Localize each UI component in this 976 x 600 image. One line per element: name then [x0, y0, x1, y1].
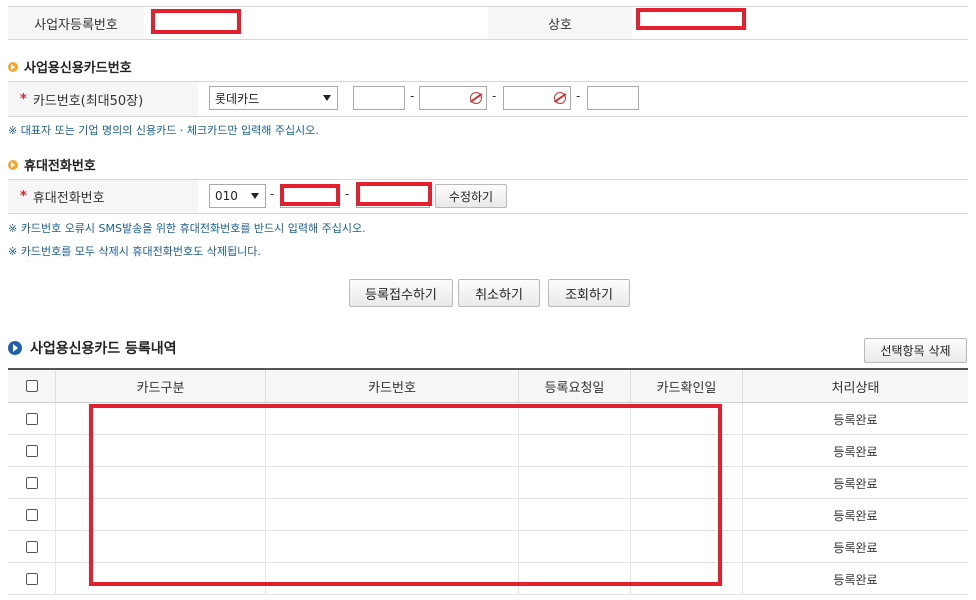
card-number-part-1[interactable] — [353, 86, 405, 110]
select-all-cell — [8, 370, 55, 402]
phone-section-title: 휴대전화번호 — [8, 155, 96, 174]
col-card-number: 카드번호 — [265, 370, 518, 402]
business-reg-no-redaction — [151, 9, 241, 34]
row-select-cell — [8, 499, 55, 531]
row-status: 등록완료 — [742, 499, 968, 531]
list-section-title-text: 사업용신용카드 등록내역 — [30, 341, 177, 357]
row-status: 등록완료 — [742, 563, 968, 595]
dash-separator: - — [345, 187, 350, 201]
phone-note-2: ※ 카드번호를 모두 삭제시 휴대전화번호도 삭제됩니다. — [8, 245, 261, 258]
card-number-label-cell: * 카드번호(최대50장) — [8, 82, 198, 116]
row-status: 등록완료 — [742, 531, 968, 563]
row-select-cell — [8, 435, 55, 467]
row-checkbox[interactable] — [25, 445, 38, 457]
company-name-redaction — [636, 8, 746, 30]
business-reg-no-label-cell: 사업자등록번호 — [8, 7, 144, 39]
dash-separator: - — [270, 187, 275, 201]
register-submit-label: 등록접수하기 — [365, 287, 437, 303]
required-star-icon: * — [20, 189, 27, 204]
card-number-part-2[interactable] — [419, 86, 487, 110]
delete-selected-button[interactable]: 선택항목 삭제 — [864, 338, 967, 363]
col-card-type: 카드구분 — [55, 370, 265, 402]
hidden-eye-icon[interactable] — [554, 92, 566, 104]
edit-phone-button[interactable]: 수정하기 — [435, 184, 507, 208]
company-name-label: 상호 — [548, 17, 572, 33]
row-status: 등록완료 — [742, 467, 968, 499]
search-button[interactable]: 조회하기 — [548, 279, 630, 307]
orange-arrow-circle-icon — [8, 159, 18, 170]
card-company-selected: 롯데카드 — [215, 91, 260, 106]
row-select-cell — [8, 467, 55, 499]
card-section-note: ※ 대표자 또는 기업 명의의 신용카드 · 체크카드만 입력해 주십시오. — [8, 124, 319, 137]
card-number-part-3[interactable] — [503, 86, 571, 110]
table-content-redaction — [89, 404, 722, 586]
cancel-button[interactable]: 취소하기 — [458, 279, 540, 307]
edit-phone-button-label: 수정하기 — [448, 189, 494, 204]
register-submit-button[interactable]: 등록접수하기 — [349, 279, 453, 307]
col-status: 처리상태 — [742, 370, 968, 402]
row-status: 등록완료 — [742, 403, 968, 435]
col-request-date: 등록요청일 — [518, 370, 630, 402]
dash-separator: - — [576, 89, 581, 103]
phone-number-label: 휴대전화번호 — [32, 191, 105, 206]
col-confirm-date: 카드확인일 — [630, 370, 742, 402]
phone-prefix-select[interactable]: 010 — [209, 184, 266, 208]
phone-number-label-cell: * 휴대전화번호 — [8, 180, 198, 213]
card-number-part-4[interactable] — [587, 86, 639, 110]
row-select-cell — [8, 531, 55, 563]
table-header: 카드구분 카드번호 등록요청일 카드확인일 처리상태 — [8, 370, 968, 403]
business-reg-no-label: 사업자등록번호 — [34, 17, 118, 33]
chevron-down-icon — [251, 193, 259, 199]
hidden-eye-icon[interactable] — [470, 92, 482, 104]
search-label: 조회하기 — [565, 287, 613, 303]
phone-section-title-text: 휴대전화번호 — [24, 159, 96, 174]
company-name-label-cell: 상호 — [488, 7, 632, 39]
row-checkbox[interactable] — [25, 573, 38, 585]
phone-note-1: ※ 카드번호 오류시 SMS발송을 위한 휴대전화번호를 반드시 입력해 주십시… — [8, 222, 366, 235]
dash-separator: - — [410, 89, 415, 103]
required-star-icon: * — [20, 91, 27, 107]
list-section-title: 사업용신용카드 등록내역 — [8, 338, 177, 358]
row-checkbox[interactable] — [25, 477, 38, 489]
row-select-cell — [8, 563, 55, 595]
blue-arrow-circle-icon — [8, 341, 22, 355]
phone-prefix-selected: 010 — [215, 189, 238, 203]
chevron-down-icon — [323, 95, 331, 101]
dash-separator: - — [492, 89, 497, 103]
card-number-row: * 카드번호(최대50장) — [8, 81, 968, 117]
registration-table: 카드구분 카드번호 등록요청일 카드확인일 처리상태 등록완료 등록완료 등록완… — [8, 368, 968, 595]
row-checkbox[interactable] — [25, 413, 38, 425]
card-section-title: 사업용신용카드번호 — [8, 57, 132, 76]
row-select-cell — [8, 403, 55, 435]
cancel-label: 취소하기 — [475, 287, 523, 303]
card-number-label: 카드번호(최대50장) — [32, 93, 144, 109]
phone-middle-redaction — [280, 184, 340, 206]
row-status: 등록완료 — [742, 435, 968, 467]
orange-arrow-circle-icon — [8, 61, 18, 72]
select-all-checkbox[interactable] — [25, 380, 38, 392]
card-company-select[interactable]: 롯데카드 — [209, 86, 338, 110]
phone-last-redaction — [356, 182, 432, 206]
card-section-title-text: 사업용신용카드번호 — [24, 61, 132, 76]
row-checkbox[interactable] — [25, 509, 38, 521]
row-checkbox[interactable] — [25, 541, 38, 553]
delete-selected-label: 선택항목 삭제 — [880, 344, 951, 358]
